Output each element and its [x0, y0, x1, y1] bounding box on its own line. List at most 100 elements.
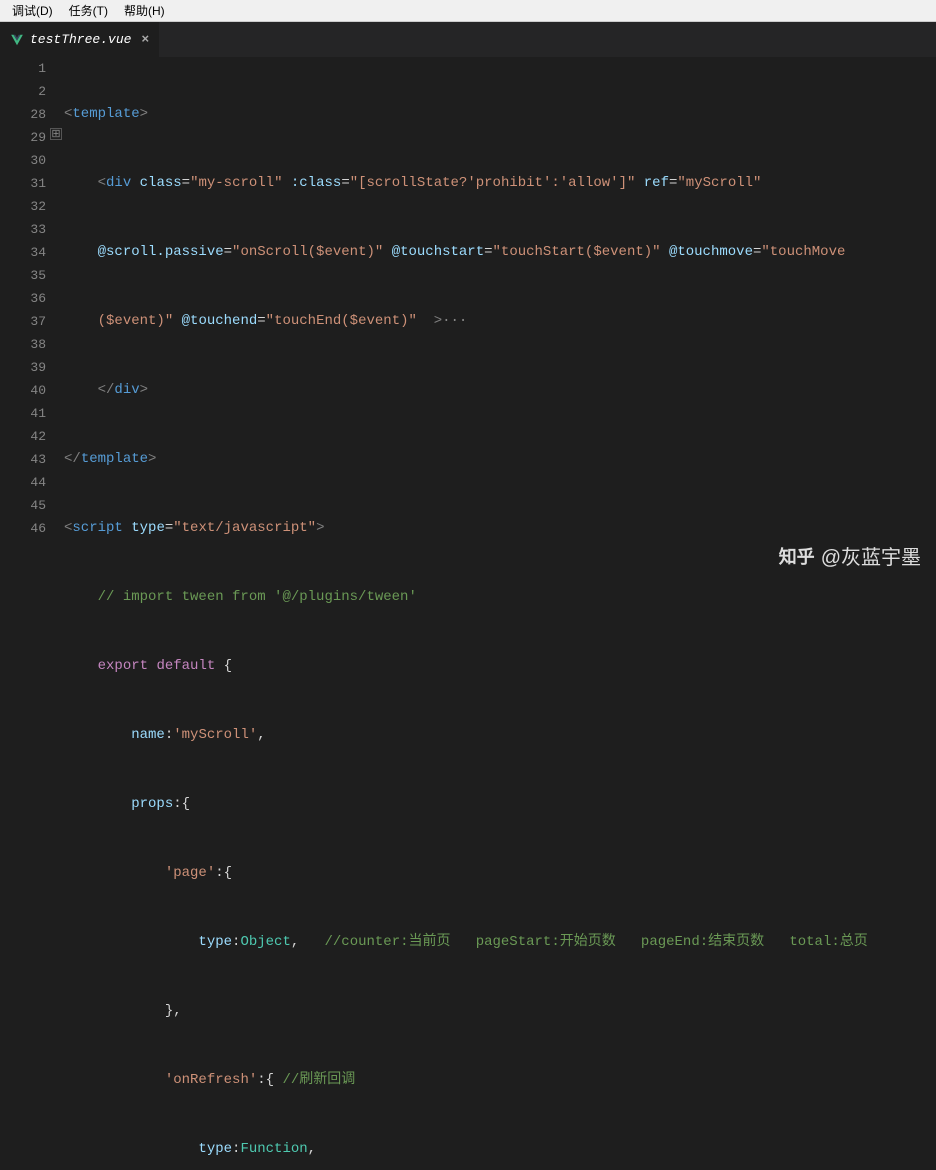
code-token: { — [182, 796, 190, 812]
code-token: > — [316, 520, 324, 536]
line-number: 42 — [0, 425, 46, 448]
code-token: type — [198, 934, 232, 950]
code-token — [299, 934, 324, 950]
line-gutter: 1 2 28 29 30 31 32 33 34 35 36 37 38 39 … — [0, 57, 64, 585]
code-token: script — [72, 520, 122, 536]
code-token: default — [156, 658, 215, 674]
code-token: Object — [240, 934, 290, 950]
code-token: "touchMove — [761, 244, 845, 260]
line-number: 37 — [0, 310, 46, 333]
code-token — [173, 313, 181, 329]
line-number: 31 — [0, 172, 46, 195]
code-token: , — [173, 1003, 181, 1019]
vue-file-icon — [10, 33, 24, 47]
code-token: type — [198, 1141, 232, 1157]
tab-filename: testThree.vue — [30, 32, 131, 47]
line-number: 39 — [0, 356, 46, 379]
code-token: , — [291, 934, 299, 950]
code-token: "touchStart($event)" — [493, 244, 661, 260]
code-token: = — [484, 244, 492, 260]
code-comment: //刷新回调 — [282, 1072, 355, 1088]
line-number: 33 — [0, 218, 46, 241]
code-token: props — [131, 796, 173, 812]
code-token: > — [148, 451, 156, 467]
code-token: "my-scroll" — [190, 175, 282, 191]
code-token: : — [232, 934, 240, 950]
code-content[interactable]: <template> <div class="my-scroll" :class… — [64, 57, 936, 585]
code-token: type — [131, 520, 165, 536]
line-number: 40 — [0, 379, 46, 402]
code-token — [131, 175, 139, 191]
line-number: 38 — [0, 333, 46, 356]
code-token: name — [131, 727, 165, 743]
folded-indicator[interactable]: ··· — [442, 313, 467, 329]
code-token: : — [257, 1072, 265, 1088]
code-token: : — [173, 796, 181, 812]
code-token: "text/javascript" — [173, 520, 316, 536]
code-token — [635, 175, 643, 191]
code-token: { — [224, 658, 232, 674]
code-token: 'onRefresh' — [165, 1072, 257, 1088]
line-number: 41 — [0, 402, 46, 425]
code-token: "[scrollState?'prohibit':'allow']" — [350, 175, 636, 191]
line-number: 28 — [0, 103, 46, 126]
code-token — [661, 244, 669, 260]
code-token: </ — [64, 451, 81, 467]
code-token: { — [266, 1072, 274, 1088]
line-number: 45 — [0, 494, 46, 517]
code-token: = — [257, 313, 265, 329]
code-token: 'page' — [165, 865, 215, 881]
code-token: template — [72, 106, 139, 122]
code-token: @touchend — [182, 313, 258, 329]
close-icon[interactable]: × — [141, 32, 149, 47]
code-token: @touchmove — [669, 244, 753, 260]
code-token: , — [257, 727, 265, 743]
code-token: :class — [291, 175, 341, 191]
code-token: @scroll.passive — [98, 244, 224, 260]
line-number: 44 — [0, 471, 46, 494]
code-token — [148, 658, 156, 674]
code-token: div — [114, 382, 139, 398]
code-token — [123, 520, 131, 536]
code-editor[interactable]: 1 2 28 29 30 31 32 33 34 35 36 37 38 39 … — [0, 57, 936, 585]
line-number: 29 — [0, 126, 46, 149]
code-token: : — [165, 727, 173, 743]
line-number: 34 — [0, 241, 46, 264]
code-token: : — [215, 865, 223, 881]
menu-help[interactable]: 帮助(H) — [116, 0, 173, 21]
code-token: > — [140, 382, 148, 398]
code-token: = — [341, 175, 349, 191]
code-token — [282, 175, 290, 191]
code-token: } — [165, 1003, 173, 1019]
tab-bar: testThree.vue × — [0, 22, 936, 57]
code-token — [274, 1072, 282, 1088]
code-token: @touchstart — [392, 244, 484, 260]
code-token: "myScroll" — [677, 175, 761, 191]
code-token: > — [140, 106, 148, 122]
tab-active[interactable]: testThree.vue × — [0, 22, 159, 57]
menu-debug[interactable]: 调试(D) — [4, 0, 61, 21]
code-token: 'myScroll' — [173, 727, 257, 743]
code-token: = — [182, 175, 190, 191]
code-comment: //counter:当前页 pageStart:开始页数 pageEnd:结束页… — [324, 934, 867, 950]
code-token — [383, 244, 391, 260]
line-number: 1 — [0, 57, 46, 80]
code-token: , — [308, 1141, 316, 1157]
code-token: : — [232, 1141, 240, 1157]
code-token — [417, 313, 434, 329]
code-token: div — [106, 175, 131, 191]
code-token: { — [224, 865, 232, 881]
code-token: ref — [644, 175, 669, 191]
line-number: 46 — [0, 517, 46, 540]
code-token — [215, 658, 223, 674]
line-number: 32 — [0, 195, 46, 218]
fold-expand-icon[interactable]: ⊞ — [50, 128, 62, 140]
line-number: 43 — [0, 448, 46, 471]
line-number: 36 — [0, 287, 46, 310]
code-token: class — [140, 175, 182, 191]
code-token: "touchEnd($event)" — [266, 313, 417, 329]
line-number: 30 — [0, 149, 46, 172]
code-token: ($event)" — [98, 313, 174, 329]
menu-tasks[interactable]: 任务(T) — [61, 0, 116, 21]
code-token: = — [224, 244, 232, 260]
